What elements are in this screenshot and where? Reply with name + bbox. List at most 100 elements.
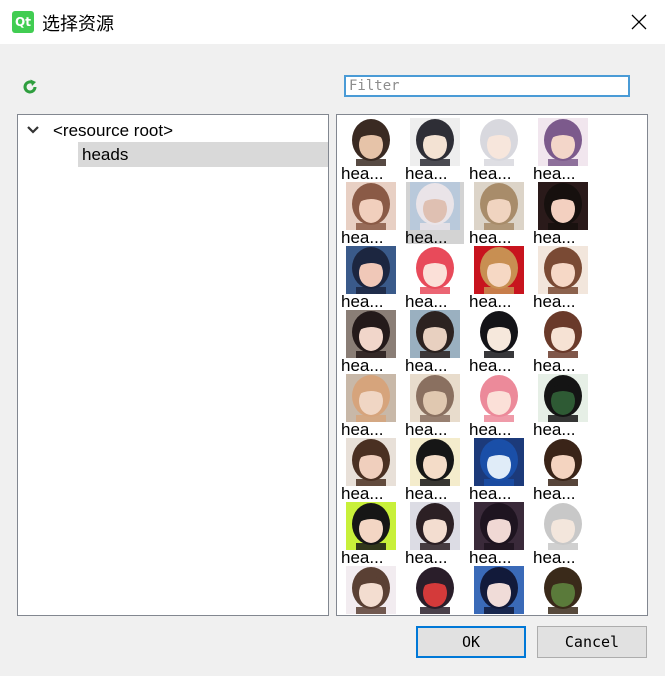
avatar-thumbnail <box>538 374 588 422</box>
avatar-thumbnail <box>538 566 588 614</box>
avatar-thumbnail <box>538 502 588 550</box>
image-tile-label: hea... <box>469 356 512 375</box>
avatar-thumbnail <box>474 118 524 166</box>
image-tile[interactable]: hea... <box>469 182 528 247</box>
image-tile[interactable]: hea... <box>533 310 592 375</box>
image-tile-label: hea... <box>469 420 512 439</box>
image-tile-label: hea... <box>533 228 576 247</box>
image-tile-label: hea... <box>405 356 448 375</box>
image-tile[interactable]: hea... <box>533 182 592 247</box>
avatar-thumbnail <box>410 182 460 230</box>
avatar-thumbnail <box>346 566 396 614</box>
avatar-thumbnail <box>474 374 524 422</box>
qt-logo-icon: Qt <box>12 11 34 33</box>
image-tile[interactable]: hea... <box>469 502 528 567</box>
image-tile[interactable]: hea... <box>405 118 464 183</box>
avatar-thumbnail <box>346 246 396 294</box>
image-tile-label: hea... <box>533 420 576 439</box>
image-tile[interactable]: hea... <box>341 182 400 247</box>
image-tile-label: hea... <box>533 164 576 183</box>
refresh-icon <box>23 79 37 94</box>
avatar-thumbnail <box>346 310 396 358</box>
image-tile-label: hea... <box>341 420 384 439</box>
cancel-button[interactable]: Cancel <box>537 626 647 658</box>
image-tile-label: hea... <box>533 292 576 311</box>
image-tile[interactable] <box>470 566 528 615</box>
avatar-thumbnail <box>474 566 524 614</box>
avatar-thumbnail <box>346 182 396 230</box>
image-tile-label: hea... <box>469 228 512 247</box>
image-tile[interactable]: hea... <box>469 118 528 183</box>
ok-button[interactable]: OK <box>416 626 526 658</box>
tree-item-heads[interactable]: heads <box>78 142 328 167</box>
image-tile[interactable] <box>342 566 400 615</box>
avatar-thumbnail <box>410 118 460 166</box>
image-tile[interactable]: hea... <box>469 310 528 375</box>
avatar-thumbnail <box>346 502 396 550</box>
avatar-thumbnail <box>410 566 460 614</box>
title-bar: Qt 选择资源 <box>0 0 665 44</box>
avatar-thumbnail <box>474 182 524 230</box>
image-tile-label: hea... <box>405 164 448 183</box>
avatar-thumbnail <box>410 310 460 358</box>
image-tile[interactable]: hea... <box>341 374 400 439</box>
image-tile[interactable]: hea... <box>405 374 464 439</box>
image-tile[interactable]: hea... <box>533 502 592 567</box>
image-tile[interactable]: hea... <box>405 246 464 311</box>
filter-input[interactable] <box>344 75 630 97</box>
image-tile[interactable]: hea... <box>533 438 592 503</box>
image-tile[interactable] <box>534 566 592 615</box>
avatar-thumbnail <box>474 246 524 294</box>
avatar-thumbnail <box>410 502 460 550</box>
image-tile[interactable]: hea... <box>533 374 592 439</box>
avatar-thumbnail <box>346 374 396 422</box>
avatar-thumbnail <box>538 118 588 166</box>
image-tile[interactable]: hea... <box>469 246 528 311</box>
image-tile-label: hea... <box>341 164 384 183</box>
image-tile[interactable]: hea... <box>405 438 464 503</box>
avatar-thumbnail <box>474 438 524 486</box>
image-tile-label: hea... <box>469 164 512 183</box>
avatar-thumbnail <box>474 310 524 358</box>
tree-item-resource-root[interactable]: <resource root> <box>18 117 328 143</box>
avatar-thumbnail <box>346 118 396 166</box>
image-tile-label: hea... <box>469 548 512 567</box>
image-tile-label: hea... <box>405 548 448 567</box>
close-icon <box>631 14 647 30</box>
image-tile[interactable]: hea... <box>341 310 400 375</box>
image-tile-label: hea... <box>405 484 448 503</box>
image-tile[interactable]: hea... <box>405 502 464 567</box>
avatar-thumbnail <box>410 246 460 294</box>
image-tile[interactable]: hea... <box>341 438 400 503</box>
image-tile[interactable]: hea... <box>533 246 592 311</box>
image-tile[interactable]: hea... <box>405 182 464 247</box>
image-tile[interactable]: hea... <box>341 118 400 183</box>
image-tile-label: hea... <box>405 228 448 247</box>
image-tile[interactable] <box>406 566 464 615</box>
chevron-down-icon[interactable] <box>26 123 40 137</box>
tree-root-label: <resource root> <box>53 121 174 140</box>
avatar-thumbnail <box>538 310 588 358</box>
image-tile[interactable]: hea... <box>341 502 400 567</box>
image-tile-label: hea... <box>341 228 384 247</box>
image-tile-label: hea... <box>405 420 448 439</box>
resource-tree[interactable]: <resource root> heads <box>17 114 329 616</box>
avatar-thumbnail <box>410 374 460 422</box>
avatar-thumbnail <box>474 502 524 550</box>
close-button[interactable] <box>622 6 656 38</box>
image-tile-label: hea... <box>533 356 576 375</box>
image-tile[interactable]: hea... <box>533 118 592 183</box>
avatar-thumbnail <box>538 182 588 230</box>
image-tile[interactable]: hea... <box>405 310 464 375</box>
image-tile[interactable]: hea... <box>469 438 528 503</box>
tree-item-label: heads <box>82 145 129 164</box>
image-tile[interactable]: hea... <box>341 246 400 311</box>
refresh-button[interactable] <box>21 78 39 96</box>
image-tile-label: hea... <box>533 548 576 567</box>
image-tile-label: hea... <box>341 292 384 311</box>
avatar-thumbnail <box>538 246 588 294</box>
image-tile-label: hea... <box>533 484 576 503</box>
image-tile[interactable]: hea... <box>469 374 528 439</box>
window-title: 选择资源 <box>42 14 114 34</box>
resource-grid[interactable]: hea... hea... hea... hea... hea... hea... hea.… <box>336 114 648 616</box>
